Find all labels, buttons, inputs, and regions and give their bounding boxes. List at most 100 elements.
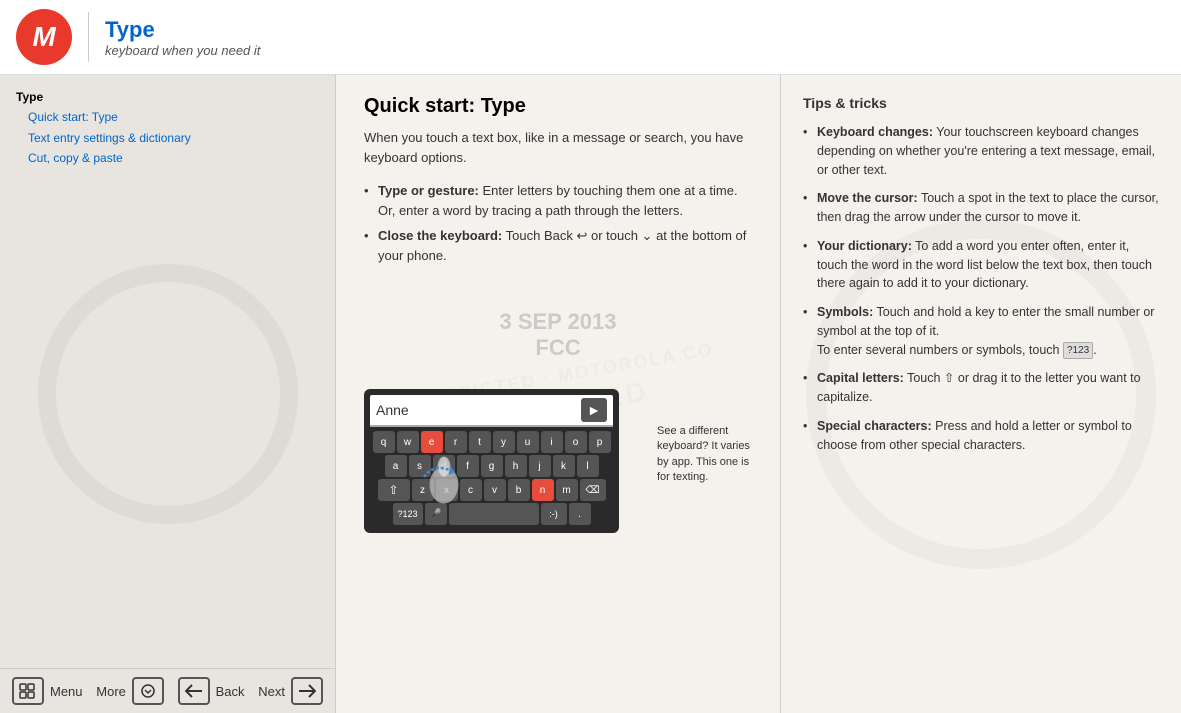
key-g[interactable]: g (481, 455, 503, 477)
motorola-logo: M (16, 9, 72, 65)
key-m[interactable]: m (556, 479, 578, 501)
header-text: Type keyboard when you need it (105, 17, 260, 58)
page-title: Type (105, 17, 260, 43)
next-icon (291, 677, 323, 705)
header: M Type keyboard when you need it (0, 0, 1181, 75)
sidebar-item-cut-copy[interactable]: Cut, copy & paste (16, 148, 319, 168)
back-label: Back (216, 684, 245, 699)
logo-letter: M (32, 21, 55, 53)
sym-box: ?123 (1063, 342, 1093, 359)
intro-text: When you touch a text box, like in a mes… (364, 128, 752, 167)
tips-list: Keyboard changes: Your touchscreen keybo… (803, 123, 1159, 454)
key-d[interactable]: d (433, 455, 455, 477)
key-period[interactable]: . (569, 503, 591, 525)
back-icon (178, 677, 210, 705)
bullet-item-1: Type or gesture: Enter letters by touchi… (364, 181, 752, 220)
header-divider (88, 12, 89, 62)
key-x[interactable]: x (436, 479, 458, 501)
page-subtitle: keyboard when you need it (105, 43, 260, 58)
tip-bold-3: Your dictionary: (817, 239, 912, 253)
more-icon (132, 677, 164, 705)
key-h[interactable]: h (505, 455, 527, 477)
sidebar-bottom-nav: Menu More Back (0, 668, 335, 713)
tip-item-special: Special characters: Press and hold a let… (803, 417, 1159, 455)
bullet-bold-2: Close the keyboard: (378, 228, 502, 243)
key-s[interactable]: s (409, 455, 431, 477)
back-button[interactable]: Back (178, 677, 245, 705)
menu-icon (12, 677, 44, 705)
date-stamp: 3 SEP 2013 (364, 309, 752, 335)
key-y[interactable]: y (493, 431, 515, 453)
key-k[interactable]: k (553, 455, 575, 477)
sidebar-watermark (0, 75, 335, 713)
key-smiley[interactable]: :-) (541, 503, 567, 525)
keyboard-input-text: Anne (376, 402, 581, 418)
keyboard-illustration: Anne ► q w e r t y u i o p (364, 389, 752, 533)
kb-row-1: q w e r t y u i o p (370, 431, 613, 453)
key-l[interactable]: l (577, 455, 599, 477)
tip-bold-5: Capital letters: (817, 371, 904, 385)
date-stamp-area: 3 SEP 2013 FCC (364, 279, 752, 381)
tip-item-capitals: Capital letters: Touch ⇧ or drag it to t… (803, 369, 1159, 407)
key-z[interactable]: z (412, 479, 434, 501)
key-p[interactable]: p (589, 431, 611, 453)
main-content: Type Quick start: Type Text entry settin… (0, 75, 1181, 713)
key-t[interactable]: t (469, 431, 491, 453)
key-i[interactable]: i (541, 431, 563, 453)
tip-item-keyboard-changes: Keyboard changes: Your touchscreen keybo… (803, 123, 1159, 179)
next-label: Next (258, 684, 285, 699)
key-n[interactable]: n (532, 479, 554, 501)
kb-row-3: ⇧ z x c v b n m ⌫ (370, 479, 613, 501)
key-e[interactable]: e (421, 431, 443, 453)
more-label: More (96, 684, 126, 699)
tip-text-4c: . (1093, 343, 1096, 357)
key-v[interactable]: v (484, 479, 506, 501)
key-q[interactable]: q (373, 431, 395, 453)
next-button[interactable]: Next (258, 677, 323, 705)
keyboard-input-row: Anne ► (370, 395, 613, 427)
tip-bold-6: Special characters: (817, 419, 932, 433)
keyboard-tooltip: See a different keyboard? It varies by a… (657, 424, 757, 486)
kb-row-2: a s d f g h j k l (370, 455, 613, 477)
sidebar: Type Quick start: Type Text entry settin… (0, 75, 335, 713)
bullet-item-2: Close the keyboard: Touch Back ↩ or touc… (364, 226, 752, 265)
tip-item-dictionary: Your dictionary: To add a word you enter… (803, 237, 1159, 293)
bullet-list: Type or gesture: Enter letters by touchi… (364, 181, 752, 265)
tip-text-4b: To enter several numbers or symbols, tou… (817, 343, 1063, 357)
key-j[interactable]: j (529, 455, 551, 477)
sidebar-item-type[interactable]: Type (16, 87, 319, 107)
key-c[interactable]: c (460, 479, 482, 501)
key-r[interactable]: r (445, 431, 467, 453)
right-panel: Tips & tricks Keyboard changes: Your tou… (781, 75, 1181, 713)
menu-label: Menu (50, 684, 83, 699)
key-u[interactable]: u (517, 431, 539, 453)
more-button[interactable]: More (96, 677, 164, 705)
fcc-text: FCC (364, 335, 752, 361)
menu-button[interactable]: Menu (12, 677, 83, 705)
sidebar-item-text-entry[interactable]: Text entry settings & dictionary (16, 128, 319, 148)
key-shift[interactable]: ⇧ (378, 479, 410, 501)
key-f[interactable]: f (457, 455, 479, 477)
key-b[interactable]: b (508, 479, 530, 501)
tip-bold-2: Move the cursor: (817, 191, 918, 205)
tip-item-symbols: Symbols: Touch and hold a key to enter t… (803, 303, 1159, 359)
center-panel: RESTRICTED · MOTOROLA CO ENROLLED Quick … (335, 75, 781, 713)
keyboard-container: Anne ► q w e r t y u i o p (364, 389, 619, 533)
keyboard-send-button[interactable]: ► (581, 398, 607, 422)
tip-bold-4: Symbols: (817, 305, 873, 319)
key-o[interactable]: o (565, 431, 587, 453)
key-sym[interactable]: ?123 (393, 503, 423, 525)
key-mic[interactable]: 🎤 (425, 503, 447, 525)
section-title: Quick start: Type (364, 95, 752, 118)
tip-item-move-cursor: Move the cursor: Touch a spot in the tex… (803, 189, 1159, 227)
tips-title: Tips & tricks (803, 95, 1159, 111)
sidebar-item-quickstart[interactable]: Quick start: Type (16, 107, 319, 127)
tip-bold-1: Keyboard changes: (817, 125, 933, 139)
bullet-bold-1: Type or gesture: (378, 183, 479, 198)
key-delete[interactable]: ⌫ (580, 479, 606, 501)
key-w[interactable]: w (397, 431, 419, 453)
sidebar-nav: Type Quick start: Type Text entry settin… (16, 87, 319, 169)
key-space[interactable] (449, 503, 539, 525)
key-a[interactable]: a (385, 455, 407, 477)
kb-row-4: ?123 🎤 :-) . (370, 503, 613, 525)
